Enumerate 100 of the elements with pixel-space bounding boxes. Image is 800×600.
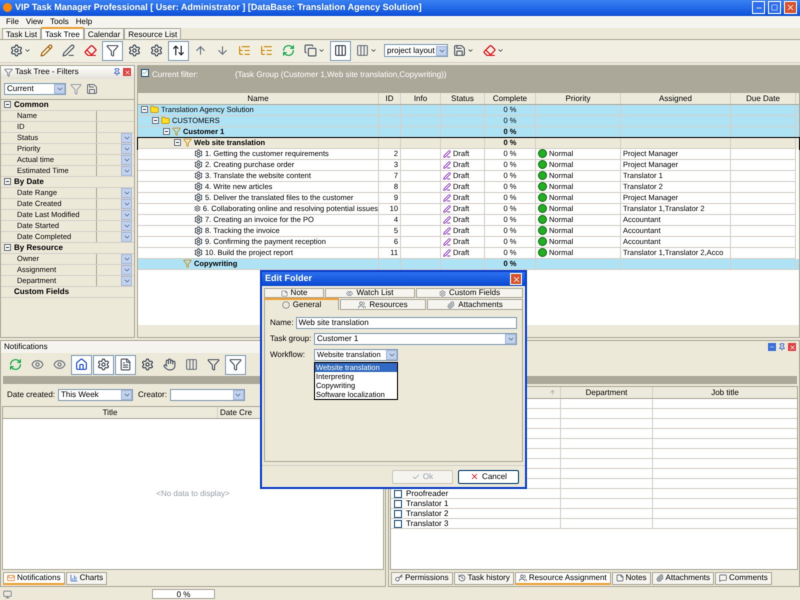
app-icon [3, 3, 12, 12]
column-header[interactable]: Info [401, 92, 441, 104]
gear-icon [194, 193, 203, 202]
toolbar-button[interactable] [115, 354, 136, 375]
eye-icon [53, 358, 66, 372]
hand-icon [163, 358, 176, 372]
toolbar-button[interactable] [71, 354, 92, 375]
menu-item[interactable]: Tools [50, 16, 69, 28]
checkbox[interactable] [394, 510, 402, 518]
menu-item[interactable]: Help [76, 16, 92, 28]
panel-tab[interactable]: Attachments [652, 572, 714, 585]
close-button[interactable] [784, 1, 797, 14]
toolbar-button[interactable] [102, 40, 123, 61]
columns-icon [185, 358, 198, 372]
copy-icon [304, 44, 317, 58]
collapse-toggle[interactable] [4, 244, 11, 252]
collapse-toggle[interactable] [4, 101, 11, 108]
column-header[interactable]: Due Date [731, 92, 796, 104]
gear-icon [194, 204, 201, 214]
column-header[interactable]: Title [3, 407, 218, 418]
resource-name: Translator 2 [406, 508, 448, 520]
close-button[interactable] [788, 343, 796, 352]
field-label: Creator: [138, 389, 167, 402]
caret-icon [467, 47, 474, 54]
checkbox[interactable] [394, 500, 402, 508]
dialog-tab[interactable]: General [264, 298, 339, 310]
close-button[interactable] [510, 273, 522, 285]
view-tab[interactable]: Task Tree [41, 26, 84, 39]
collapse-toggle[interactable] [163, 128, 170, 136]
category-label: By Date [14, 176, 44, 188]
history-icon [458, 574, 466, 582]
dialog-tab[interactable]: Watch List [325, 288, 415, 298]
column-header[interactable]: ID [379, 92, 401, 104]
chart-icon [70, 574, 78, 582]
pin-icon[interactable] [113, 68, 121, 76]
panel-tab[interactable]: Notifications [3, 572, 65, 585]
paperclip-icon [656, 574, 664, 582]
dropdown-button[interactable] [436, 46, 447, 56]
column-header[interactable]: Assigned [621, 92, 731, 104]
column-header[interactable]: Name [138, 92, 379, 104]
checkbox[interactable] [394, 520, 402, 528]
name-field[interactable]: Web site translation [296, 317, 517, 329]
filter-icon[interactable] [70, 82, 82, 95]
panel-tab[interactable]: Permissions [391, 572, 453, 585]
column-header[interactable]: Complete [485, 92, 536, 104]
dialog-tab[interactable]: Note [264, 288, 324, 298]
sort-icon[interactable] [549, 389, 556, 396]
toolbar-button[interactable] [330, 40, 351, 61]
column-header[interactable]: Priority [536, 92, 621, 104]
preset-select[interactable]: Current [4, 82, 66, 95]
collapse-toggle[interactable] [152, 117, 159, 124]
dialog-tab[interactable]: Attachments [427, 299, 523, 310]
panel-tab[interactable]: Task history [454, 572, 514, 585]
close-icon [470, 472, 480, 481]
note-icon [616, 574, 624, 582]
filter-category[interactable]: Custom Fields [1, 286, 134, 298]
pin-icon[interactable] [778, 343, 786, 352]
columns-icon [356, 44, 369, 58]
gear-icon [194, 182, 203, 192]
panel-tab[interactable]: Notes [612, 572, 651, 585]
filter-icon [172, 127, 181, 136]
date-created-select[interactable]: This Week [58, 389, 134, 402]
dropdown-button[interactable] [232, 390, 244, 400]
column-header[interactable]: Department [561, 387, 653, 398]
view-tab[interactable]: Resource List [124, 28, 182, 39]
checkbox[interactable] [141, 68, 149, 77]
panel-tab[interactable]: Resource Assignment [514, 572, 611, 585]
layout-select[interactable]: project layout [384, 44, 448, 58]
pen-icon [443, 182, 451, 191]
checkbox[interactable] [394, 490, 402, 498]
gear-icon [97, 358, 110, 372]
filter-icon [229, 358, 242, 372]
menu-item[interactable]: View [26, 16, 44, 28]
cancel-button[interactable]: Cancel [458, 470, 519, 484]
creator-select[interactable] [170, 389, 245, 402]
arrow-up-icon [194, 44, 207, 58]
pen-icon [443, 150, 451, 158]
panel-title: Notifications [4, 342, 48, 352]
close-button[interactable] [123, 68, 131, 76]
collapse-toggle[interactable] [4, 178, 11, 186]
task-group-select[interactable]: Customer 1 [314, 333, 517, 345]
dialog-tab[interactable]: Resources [340, 299, 426, 310]
collapse-toggle[interactable] [174, 139, 181, 146]
toolbar-button[interactable] [93, 354, 114, 375]
caret-icon [497, 47, 504, 54]
toolbar-button[interactable] [168, 40, 189, 61]
menu-item[interactable]: File [6, 16, 19, 28]
save-icon[interactable] [86, 82, 98, 95]
resource-name: Translator 3 [406, 518, 448, 530]
toolbar-button[interactable] [225, 354, 246, 375]
dialog-tab[interactable]: Custom Fields [416, 288, 523, 298]
view-tab[interactable]: Task List [2, 28, 42, 39]
panel-tab[interactable]: Charts [66, 572, 108, 585]
column-header[interactable]: Job title [653, 387, 797, 398]
restore-button[interactable] [768, 1, 781, 14]
minimize-button[interactable] [752, 1, 765, 14]
collapse-toggle[interactable] [141, 106, 148, 114]
column-header[interactable]: Status [441, 92, 485, 104]
panel-tab[interactable]: Comments [715, 572, 772, 585]
category-label: Common [14, 98, 49, 111]
